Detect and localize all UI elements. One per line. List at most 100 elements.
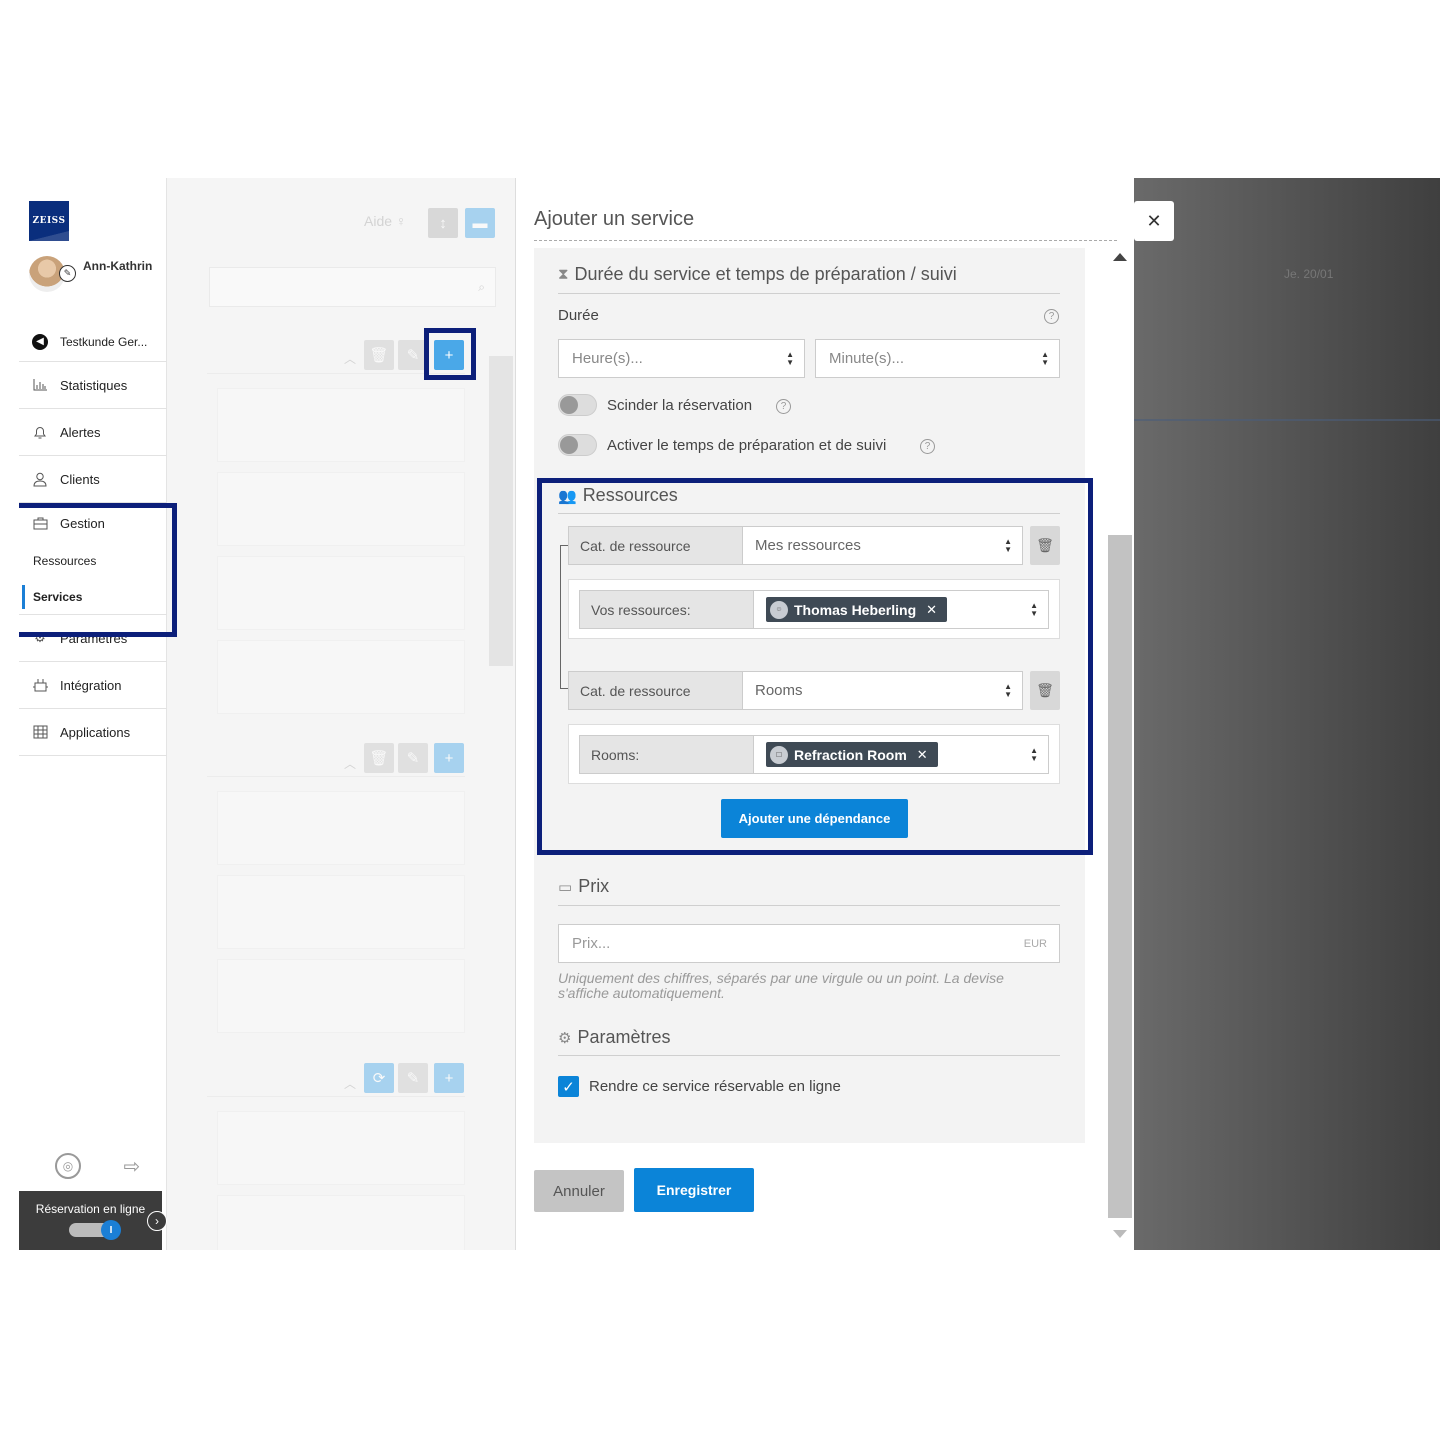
collapse-chevron-icon[interactable]: ︿: [344, 350, 356, 367]
sidebar-item-testkunde[interactable]: ◀ Testkunde Ger...: [19, 322, 167, 362]
resource-category-label: Cat. de ressource: [569, 672, 743, 709]
sidebar-item-parametres[interactable]: ⚙ Paramètres: [19, 615, 167, 662]
add-dependency-button[interactable]: Ajouter une dépendance: [721, 799, 908, 838]
sidebar-item-integration[interactable]: Intégration: [19, 662, 167, 709]
sidebar-item-label: Clients: [60, 471, 100, 487]
remove-tag-icon[interactable]: ✕: [917, 747, 928, 763]
price-input[interactable]: Prix... EUR: [558, 924, 1060, 963]
select-arrows-icon: ▲ ▼: [1030, 601, 1038, 618]
edit-group-button[interactable]: ✎: [398, 743, 428, 773]
search-input[interactable]: ⌕: [209, 267, 496, 307]
hours-select[interactable]: Heure(s)... ▲ ▼: [558, 339, 805, 378]
list-item[interactable]: [217, 791, 465, 865]
collapse-chevron-icon[interactable]: ︿: [344, 1075, 356, 1092]
plug-icon: [32, 677, 48, 693]
list-item[interactable]: [217, 472, 465, 546]
help-icon[interactable]: ?: [776, 399, 791, 414]
settings-section-title: ⚙ Paramètres: [558, 1027, 671, 1048]
sidebar-item-applications[interactable]: Applications: [19, 709, 167, 756]
select-arrows-icon: ▲ ▼: [1004, 537, 1012, 554]
help-link[interactable]: Aide ♀: [364, 213, 406, 229]
bar-chart-icon: [32, 377, 48, 393]
modal-form: ⧗ Durée du service et temps de préparati…: [534, 248, 1085, 1143]
resource-tag[interactable]: ☐ Refraction Room ✕: [766, 742, 938, 767]
hourglass-icon: ⧗: [558, 266, 569, 283]
delete-group-button[interactable]: 🗑: [364, 340, 394, 370]
help-icon[interactable]: ?: [920, 439, 935, 454]
group-divider: [207, 1096, 465, 1097]
online-booking-toggle[interactable]: I: [69, 1220, 121, 1240]
sidebar-subitem-services[interactable]: Services: [19, 579, 167, 615]
section-divider: [558, 293, 1060, 294]
delete-group-button[interactable]: 🗑: [364, 743, 394, 773]
my-resources-select[interactable]: Vos ressources: ☺ Thomas Heberling ✕ ▲ ▼: [579, 590, 1049, 629]
save-button[interactable]: Enregistrer: [634, 1168, 754, 1212]
split-booking-label: Scinder la réservation: [607, 397, 753, 414]
modal-title: Ajouter un service: [534, 208, 695, 230]
sidebar-item-label: Gestion: [60, 515, 105, 531]
scrollbar-thumb[interactable]: [1108, 535, 1132, 1218]
add-service-button[interactable]: +: [434, 743, 464, 773]
edit-profile-icon[interactable]: ✎: [59, 265, 76, 282]
sidebar-item-clients[interactable]: Clients: [19, 456, 167, 503]
scroll-down-icon[interactable]: [1113, 1230, 1127, 1238]
list-item[interactable]: [217, 1111, 465, 1185]
sidebar: ZEISS ✎ Ann-Kathrin ◀ Testkunde Ger... S…: [19, 178, 167, 1250]
resource-tag-label: Refraction Room: [794, 746, 907, 763]
split-booking-toggle[interactable]: [558, 394, 597, 416]
help-icon[interactable]: ?: [1044, 309, 1059, 324]
resource-label: Vos ressources:: [580, 591, 754, 628]
delete-resource-trash-icon[interactable]: 🗑: [1030, 526, 1060, 565]
user-profile[interactable]: ✎ Ann-Kathrin: [29, 256, 159, 296]
sidebar-item-alertes[interactable]: Alertes: [19, 409, 167, 456]
group-divider: [207, 373, 465, 374]
cancel-button[interactable]: Annuler: [534, 1170, 624, 1212]
list-item[interactable]: [217, 388, 465, 462]
minutes-select[interactable]: Minute(s)... ▲ ▼: [815, 339, 1060, 378]
help-lifebuoy-icon[interactable]: ◎: [55, 1153, 81, 1179]
list-scrollbar[interactable]: [489, 356, 513, 666]
resource-category-label: Cat. de ressource: [569, 527, 743, 564]
add-service-button-highlighted[interactable]: +: [434, 340, 464, 370]
resource-category-select[interactable]: Cat. de ressource Rooms ▲ ▼: [568, 671, 1023, 710]
modal-scrollbar[interactable]: [1106, 248, 1134, 1250]
sidebar-subitem-ressources[interactable]: Ressources: [19, 543, 167, 579]
sidebar-item-statistiques[interactable]: Statistiques: [19, 362, 167, 409]
zeiss-logo: ZEISS: [29, 201, 69, 241]
prep-time-toggle[interactable]: [558, 434, 597, 456]
briefcase-icon: [32, 515, 48, 531]
hours-placeholder: Heure(s)...: [572, 350, 643, 367]
resource-category-select[interactable]: Cat. de ressource Mes ressources ▲ ▼: [568, 526, 1023, 565]
remove-tag-icon[interactable]: ✕: [926, 602, 937, 618]
resource-tag[interactable]: ☺ Thomas Heberling ✕: [766, 597, 948, 622]
edit-group-button[interactable]: ✎: [398, 340, 428, 370]
money-icon: ▭: [558, 878, 573, 896]
delete-resource-trash-icon[interactable]: 🗑: [1030, 671, 1060, 710]
edit-group-button[interactable]: ✎: [398, 1063, 428, 1093]
list-item[interactable]: [217, 556, 465, 630]
list-item[interactable]: [217, 875, 465, 949]
scroll-up-icon[interactable]: [1113, 253, 1127, 261]
online-booking-panel: Réservation en ligne I: [19, 1191, 162, 1250]
list-item[interactable]: [217, 959, 465, 1033]
collapse-chevron-icon[interactable]: ︿: [344, 755, 356, 772]
select-arrows-icon: ▲ ▼: [1030, 746, 1038, 763]
sidebar-item-gestion[interactable]: Gestion: [19, 503, 167, 543]
add-service-button[interactable]: +: [434, 1063, 464, 1093]
refresh-button[interactable]: ⟳: [364, 1063, 394, 1093]
section-divider: [558, 1055, 1060, 1056]
online-booking-label: Réservation en ligne: [35, 1202, 146, 1216]
logout-icon[interactable]: ⇨: [119, 1153, 145, 1179]
rooms-select[interactable]: Rooms: ☐ Refraction Room ✕ ▲ ▼: [579, 735, 1049, 774]
list-item[interactable]: [217, 1195, 465, 1250]
folder-button[interactable]: ▬: [465, 208, 495, 238]
expand-sidebar-chevron-icon[interactable]: ›: [147, 1211, 167, 1231]
section-divider: [558, 905, 1060, 906]
sort-button[interactable]: ↕: [428, 208, 458, 238]
calendar-divider: [1134, 419, 1440, 421]
list-item[interactable]: [217, 640, 465, 714]
duration-label: Durée: [558, 307, 599, 324]
close-modal-button[interactable]: ✕: [1134, 201, 1174, 241]
bookable-online-checkbox[interactable]: ✓: [558, 1076, 579, 1097]
calendar-date: Je. 20/01: [1284, 267, 1334, 281]
